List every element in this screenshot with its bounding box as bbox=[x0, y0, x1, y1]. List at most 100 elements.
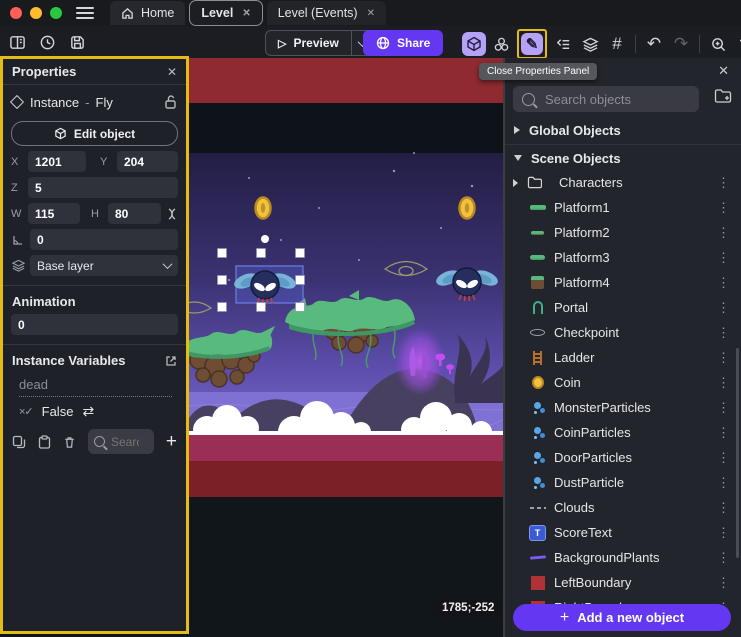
object-item-leftboundary[interactable]: LeftBoundary⋮ bbox=[505, 570, 741, 595]
y-input[interactable] bbox=[117, 151, 178, 172]
coin-sprite[interactable] bbox=[460, 198, 475, 219]
object-item-coinparticles[interactable]: CoinParticles⋮ bbox=[505, 420, 741, 445]
x-input[interactable] bbox=[28, 151, 86, 172]
preview-button[interactable]: ▷ Preview bbox=[265, 30, 375, 56]
scene-editor-canvas[interactable]: 1785;-252 bbox=[189, 58, 504, 637]
instances-list-icon[interactable] bbox=[551, 32, 575, 56]
copy-icon[interactable] bbox=[12, 435, 26, 449]
undo-icon[interactable]: ↶ bbox=[642, 32, 666, 56]
z-input[interactable] bbox=[28, 177, 178, 198]
tab-level[interactable]: Level ✕ bbox=[189, 0, 262, 26]
object-item-portal[interactable]: Portal⋮ bbox=[505, 295, 741, 320]
item-menu-icon[interactable]: ⋮ bbox=[717, 175, 730, 191]
variables-search[interactable] bbox=[88, 429, 154, 454]
object-item-doorparticles[interactable]: DoorParticles⋮ bbox=[505, 445, 741, 470]
close-window-button[interactable] bbox=[10, 7, 22, 19]
open-variables-editor-icon[interactable] bbox=[165, 355, 177, 367]
maximize-window-button[interactable] bbox=[50, 7, 62, 19]
close-objects-panel-icon[interactable]: ✕ bbox=[718, 63, 729, 79]
object-item-characters[interactable]: Characters ⋮ bbox=[505, 170, 741, 195]
variables-search-input[interactable] bbox=[109, 434, 141, 450]
instance-icon bbox=[10, 95, 24, 109]
width-input[interactable] bbox=[28, 203, 80, 224]
layer-select[interactable]: Base layer bbox=[30, 255, 178, 276]
item-menu-icon[interactable]: ⋮ bbox=[717, 275, 730, 291]
object-item-backgroundplants[interactable]: BackgroundPlants⋮ bbox=[505, 545, 741, 570]
item-menu-icon[interactable]: ⋮ bbox=[717, 575, 730, 591]
item-menu-icon[interactable]: ⋮ bbox=[717, 525, 730, 541]
add-variable-icon[interactable]: + bbox=[166, 432, 177, 451]
level-bottom-boundary[interactable] bbox=[189, 461, 504, 497]
item-menu-icon[interactable]: ⋮ bbox=[717, 250, 730, 266]
objects-search-input[interactable] bbox=[543, 91, 723, 108]
objects-scrollbar[interactable] bbox=[736, 348, 739, 558]
save-icon[interactable] bbox=[68, 33, 86, 51]
toggle-value-icon[interactable]: ⇄ bbox=[82, 403, 94, 420]
objects-search[interactable] bbox=[513, 86, 699, 112]
object-item-monsterparticles[interactable]: MonsterParticles⋮ bbox=[505, 395, 741, 420]
item-menu-icon[interactable]: ⋮ bbox=[717, 425, 730, 441]
add-new-object-button[interactable]: + Add a new object bbox=[513, 604, 731, 631]
object-item-checkpoint[interactable]: Checkpoint⋮ bbox=[505, 320, 741, 345]
add-folder-icon[interactable] bbox=[714, 88, 732, 109]
object-item-platform1[interactable]: Platform1⋮ bbox=[505, 195, 741, 220]
group-global-objects[interactable]: Global Objects bbox=[505, 118, 741, 142]
share-label: Share bbox=[397, 36, 430, 50]
delete-variable-icon[interactable] bbox=[63, 435, 76, 449]
animation-input[interactable] bbox=[11, 314, 178, 335]
object-item-ladder[interactable]: Ladder⋮ bbox=[505, 345, 741, 370]
object-item-platform4[interactable]: Platform4⋮ bbox=[505, 270, 741, 295]
chevron-down-icon bbox=[163, 259, 173, 269]
object-item-scoretext[interactable]: TScoreText⋮ bbox=[505, 520, 741, 545]
edit-properties-icon[interactable]: ✎ bbox=[521, 33, 543, 55]
angle-input[interactable] bbox=[30, 229, 178, 250]
object-item-coin[interactable]: Coin⋮ bbox=[505, 370, 741, 395]
trash-icon[interactable] bbox=[733, 32, 741, 56]
grid-icon[interactable]: # bbox=[605, 32, 629, 56]
share-button[interactable]: Share bbox=[363, 30, 443, 56]
tab-home[interactable]: Home bbox=[110, 1, 185, 25]
close-tab-icon[interactable]: ✕ bbox=[242, 8, 250, 19]
object-groups-icon[interactable] bbox=[489, 32, 513, 56]
height-input[interactable] bbox=[108, 203, 161, 224]
unlock-icon[interactable] bbox=[164, 95, 177, 109]
height-label: H bbox=[91, 208, 103, 220]
group-scene-objects[interactable]: Scene Objects bbox=[505, 146, 741, 170]
zoom-icon[interactable] bbox=[706, 32, 730, 56]
object-item-platform3[interactable]: Platform3⋮ bbox=[505, 245, 741, 270]
item-menu-icon[interactable]: ⋮ bbox=[717, 400, 730, 416]
3d-view-icon[interactable] bbox=[462, 32, 486, 56]
layers-icon[interactable] bbox=[578, 32, 602, 56]
item-menu-icon[interactable]: ⋮ bbox=[717, 225, 730, 241]
level-top-boundary[interactable] bbox=[189, 58, 504, 103]
object-item-dustparticle[interactable]: DustParticle⋮ bbox=[505, 470, 741, 495]
rotation-handle[interactable] bbox=[261, 235, 269, 243]
edit-object-button[interactable]: Edit object bbox=[11, 121, 178, 146]
item-menu-icon[interactable]: ⋮ bbox=[717, 550, 730, 566]
tab-level-events[interactable]: Level (Events) ✕ bbox=[267, 1, 386, 25]
coin-thumbnail bbox=[529, 374, 546, 391]
item-menu-icon[interactable]: ⋮ bbox=[717, 375, 730, 391]
history-icon[interactable] bbox=[38, 33, 56, 51]
variable-value[interactable]: False bbox=[42, 404, 74, 419]
item-menu-icon[interactable]: ⋮ bbox=[717, 475, 730, 491]
coin-sprite[interactable] bbox=[256, 198, 271, 219]
item-menu-icon[interactable]: ⋮ bbox=[717, 350, 730, 366]
item-menu-icon[interactable]: ⋮ bbox=[717, 200, 730, 216]
item-menu-icon[interactable]: ⋮ bbox=[717, 325, 730, 341]
item-menu-icon[interactable]: ⋮ bbox=[717, 450, 730, 466]
panels-layout-icon[interactable] bbox=[8, 33, 26, 51]
minimize-window-button[interactable] bbox=[30, 7, 42, 19]
item-menu-icon[interactable]: ⋮ bbox=[717, 500, 730, 516]
text-thumbnail: T bbox=[529, 524, 546, 541]
lock-ratio-icon[interactable] bbox=[166, 207, 178, 221]
item-menu-icon[interactable]: ⋮ bbox=[717, 300, 730, 316]
redo-icon[interactable]: ↷ bbox=[669, 32, 693, 56]
object-item-platform2[interactable]: Platform2⋮ bbox=[505, 220, 741, 245]
close-properties-icon[interactable]: ✕ bbox=[167, 65, 177, 79]
variable-name[interactable]: dead bbox=[19, 377, 172, 397]
paste-icon[interactable] bbox=[38, 435, 51, 449]
close-tab-icon[interactable]: ✕ bbox=[367, 8, 375, 19]
object-item-clouds[interactable]: Clouds⋮ bbox=[505, 495, 741, 520]
menu-icon[interactable] bbox=[76, 7, 94, 19]
